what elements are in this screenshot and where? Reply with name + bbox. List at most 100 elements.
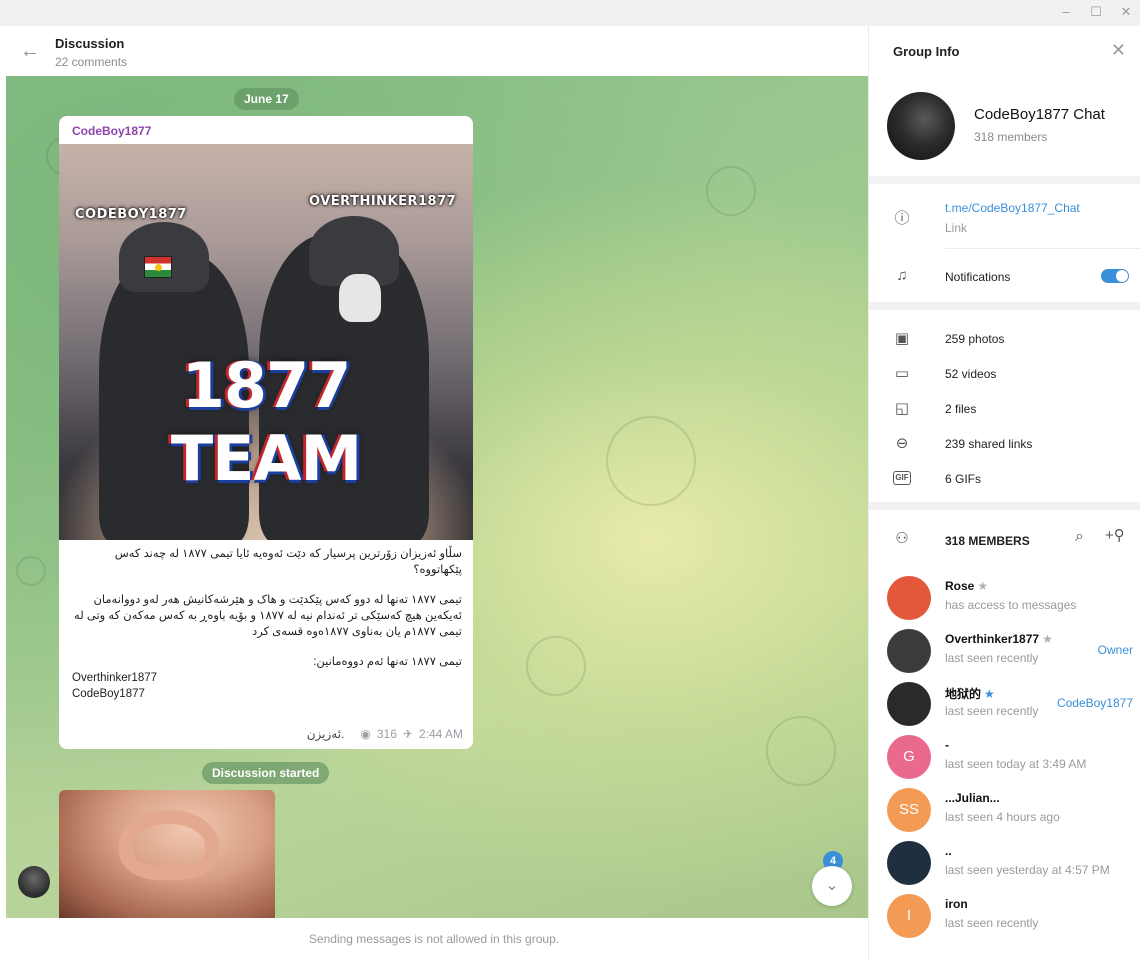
- image-team-title: 1877 TEAM: [170, 349, 362, 495]
- discussion-started-pill: Discussion started: [202, 762, 330, 784]
- doodle-decoration: [766, 716, 836, 786]
- post-gap: [72, 640, 462, 654]
- section-divider: [869, 502, 1140, 510]
- member-name: -: [945, 738, 949, 752]
- member-row[interactable]: Rose ★ has access to messages: [869, 574, 1140, 626]
- post-views: 316: [376, 727, 397, 741]
- member-status: last seen today at 3:49 AM: [945, 757, 1087, 771]
- info-icon: ⓘ: [894, 210, 910, 227]
- member-name: iron: [945, 897, 968, 911]
- member-avatar: G: [887, 735, 931, 779]
- window-controls: – ☐ ✕: [1058, 4, 1134, 20]
- media-photos[interactable]: 259 photos: [945, 332, 1004, 346]
- member-status: last seen recently: [945, 916, 1039, 930]
- video-icon: ▭: [894, 365, 910, 382]
- notifications-toggle[interactable]: [1101, 269, 1129, 283]
- post-image[interactable]: CODEBOY1877 OVERTHINKER1877 1877 TEAM: [59, 144, 473, 540]
- chevron-down-icon: ⌄: [825, 877, 839, 894]
- post-author[interactable]: CodeBoy1877: [72, 124, 151, 138]
- post-line: تیمی ١٨٧٧ تەنها ئەم دووەمانین:: [313, 656, 462, 668]
- post-text: سڵاو ئەزیزان زۆرترین پرسیار کە دێت ئەوەی…: [72, 546, 462, 702]
- doodle-decoration: [16, 556, 46, 586]
- member-avatar: SS: [887, 788, 931, 832]
- admin-star-icon: ★: [977, 579, 989, 593]
- post-gap: [72, 578, 462, 592]
- notifications-label: Notifications: [945, 270, 1011, 284]
- member-row[interactable]: I iron last seen recently: [869, 892, 1140, 944]
- file-icon: ◱: [894, 400, 910, 417]
- media-gifs[interactable]: 6 GIFs: [945, 472, 981, 486]
- chat-background: June 17 CodeBoy1877 CODEBOY1877 OVERTHIN…: [6, 76, 868, 918]
- group-avatar[interactable]: [887, 92, 955, 160]
- panel-title: Group Info: [893, 44, 960, 59]
- member-avatar: [887, 576, 931, 620]
- discussion-image[interactable]: [59, 790, 275, 918]
- bell-icon: ♫: [896, 267, 908, 284]
- member-avatar: [887, 682, 931, 726]
- sender-avatar[interactable]: [18, 866, 50, 898]
- gif-icon: GIF: [893, 471, 911, 485]
- date-pill: June 17: [234, 88, 299, 110]
- heart-hands-shape: [119, 810, 219, 880]
- doodle-decoration: [526, 636, 586, 696]
- chat-footer-notice: Sending messages is not allowed in this …: [0, 918, 868, 960]
- image-label-right: OVERTHINKER1877: [309, 194, 457, 209]
- member-name: ...Julian...: [945, 791, 1000, 805]
- channel-post[interactable]: CodeBoy1877 CODEBOY1877 OVERTHINKER1877 …: [59, 116, 473, 749]
- group-info-panel: Group Info ✕ CodeBoy1877 Chat 318 member…: [868, 26, 1140, 960]
- members-icon: ⚇: [895, 530, 909, 547]
- post-line: سڵاو ئەزیزان زۆرترین پرسیار کە دێت ئەوەی…: [114, 548, 462, 576]
- scroll-down-button[interactable]: ⌄: [812, 866, 852, 906]
- media-files[interactable]: 2 files: [945, 402, 976, 416]
- member-status: last seen recently: [945, 704, 1039, 718]
- member-row[interactable]: Overthinker1877 ★ last seen recently Owne…: [869, 627, 1140, 679]
- post-footer: ئەزیزن. ◉ 316 ✈ 2:44 AM: [307, 727, 463, 741]
- member-row[interactable]: 地狱的 ★ last seen recently CodeBoy1877: [869, 680, 1140, 732]
- post-line: تیمی ١٨٧٧ تەنها لە دوو کەس پێکدێت و هاک …: [74, 594, 462, 638]
- doodle-decoration: [606, 416, 696, 506]
- member-name: ..: [945, 844, 952, 858]
- media-links[interactable]: 239 shared links: [945, 437, 1032, 451]
- chat-area: ← Discussion 22 comments June 17 CodeBoy…: [0, 26, 868, 960]
- group-name: CodeBoy1877 Chat: [974, 106, 1105, 123]
- image-label-left: CODEBOY1877: [75, 207, 187, 222]
- member-status: last seen 4 hours ago: [945, 810, 1060, 824]
- kurdistan-flag-icon: [144, 256, 172, 278]
- chat-title[interactable]: Discussion: [55, 36, 124, 51]
- member-role: Owner: [1097, 643, 1133, 657]
- chat-header: ← Discussion 22 comments: [0, 26, 868, 76]
- member-avatar: [887, 629, 931, 673]
- admin-star-icon: ★: [1042, 632, 1053, 646]
- minimize-icon[interactable]: –: [1058, 4, 1074, 20]
- group-link[interactable]: t.me/CodeBoy1877_Chat: [945, 201, 1080, 215]
- member-row[interactable]: .. last seen yesterday at 4:57 PM: [869, 839, 1140, 891]
- group-link-caption: Link: [945, 221, 968, 235]
- add-user-icon[interactable]: +⚲: [1105, 526, 1125, 544]
- chat-subtitle: 22 comments: [55, 55, 128, 69]
- member-row[interactable]: SS ...Julian... last seen 4 hours ago: [869, 786, 1140, 838]
- close-window-icon[interactable]: ✕: [1118, 4, 1134, 20]
- views-eye-icon: ◉: [360, 727, 371, 741]
- window-titlebar: – ☐ ✕: [0, 0, 1140, 26]
- post-signature: ئەزیزن.: [306, 727, 345, 741]
- back-arrow-icon[interactable]: ←: [20, 40, 42, 62]
- member-status: last seen recently: [945, 651, 1039, 665]
- maximize-icon[interactable]: ☐: [1088, 4, 1104, 20]
- photo-icon: ▣: [894, 330, 910, 347]
- members-title: 318 MEMBERS: [945, 534, 1030, 548]
- search-icon[interactable]: ⌕: [1075, 528, 1084, 546]
- link-icon: ⊖: [895, 435, 909, 452]
- image-skull-mask: [339, 274, 381, 322]
- member-row[interactable]: G - last seen today at 3:49 AM: [869, 733, 1140, 785]
- member-status: has access to messages: [945, 598, 1077, 612]
- member-name: Rose ★: [945, 579, 989, 593]
- post-time: 2:44 AM: [418, 727, 463, 741]
- section-divider: [869, 176, 1140, 184]
- close-icon[interactable]: ✕: [1111, 40, 1126, 61]
- media-videos[interactable]: 52 videos: [945, 367, 996, 381]
- post-line: CodeBoy1877: [72, 688, 145, 700]
- member-avatar: [887, 841, 931, 885]
- row-divider: [945, 248, 1140, 249]
- member-avatar: I: [887, 894, 931, 938]
- member-status: last seen yesterday at 4:57 PM: [945, 863, 1110, 877]
